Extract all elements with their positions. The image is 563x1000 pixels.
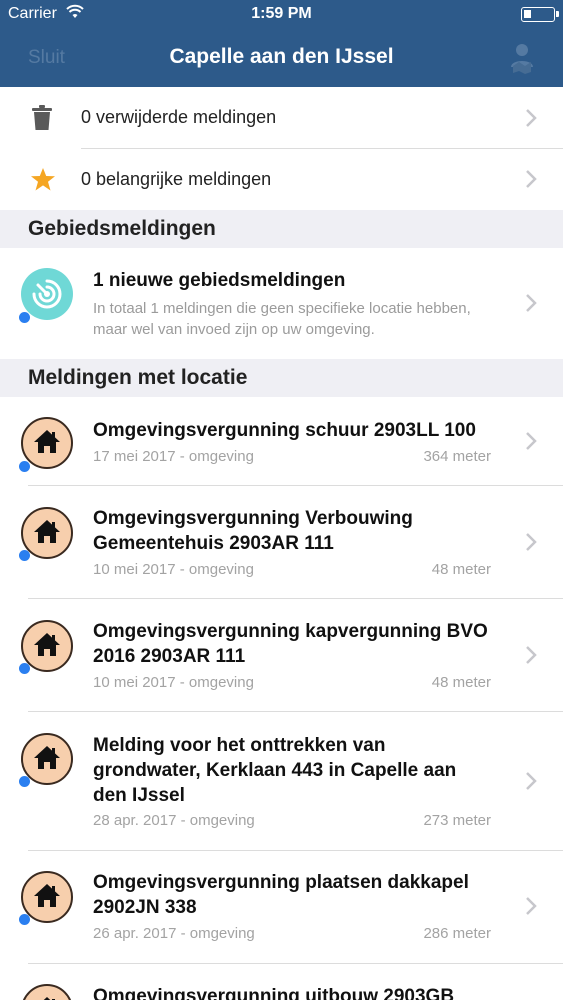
location-user-icon[interactable] [505, 40, 539, 74]
area-notification-row[interactable]: 1 nieuwe gebiedsmeldingen In totaal 1 me… [0, 248, 563, 358]
navigation-bar: Sluit Capelle aan den IJssel [0, 30, 563, 87]
chevron-right-icon [526, 294, 537, 312]
section-header-area: Gebiedsmeldingen [0, 210, 563, 248]
section-header-location: Meldingen met locatie [0, 359, 563, 397]
house-icon [21, 984, 73, 1000]
chevron-right-icon [526, 772, 537, 790]
list-item[interactable]: Omgevingsvergunning uitbouw 2903GB [0, 964, 563, 1000]
item-meta: 10 mei 2017 - omgeving [93, 561, 254, 578]
status-bar: Carrier 1:59 PM [0, 0, 563, 30]
top-bar: Carrier 1:59 PM Sluit Capelle aan den IJ… [0, 0, 563, 87]
unread-dot [19, 663, 30, 674]
star-icon [31, 168, 55, 191]
chevron-right-icon [526, 109, 537, 127]
item-distance: 286 meter [423, 925, 491, 942]
item-title: Omgevingsvergunning uitbouw 2903GB [93, 986, 455, 1000]
trash-icon [32, 105, 52, 130]
item-meta: 28 apr. 2017 - omgeving [93, 812, 255, 829]
important-notifications-label: 0 belangrijke meldingen [81, 169, 272, 189]
list-item[interactable]: Omgevingsvergunning kapvergunning BVO 20… [0, 599, 563, 711]
item-title: Omgevingsvergunning schuur 2903LL 100 [93, 420, 476, 441]
chevron-right-icon [526, 170, 537, 188]
section-title: Gebiedsmeldingen [28, 217, 216, 240]
area-notification-description: In totaal 1 meldingen die geen specifiek… [93, 300, 471, 338]
item-title: Omgevingsvergunning Verbouwing Gemeenteh… [93, 508, 413, 554]
section-title: Meldingen met locatie [28, 366, 248, 389]
list-item[interactable]: Omgevingsvergunning Verbouwing Gemeenteh… [0, 486, 563, 598]
radar-icon [21, 268, 73, 320]
item-title: Melding voor het onttrekken van grondwat… [93, 735, 457, 806]
chevron-right-icon [526, 432, 537, 450]
item-distance: 48 meter [431, 674, 491, 691]
item-meta: 10 mei 2017 - omgeving [93, 674, 254, 691]
deleted-notifications-row[interactable]: 0 verwijderde meldingen [0, 87, 563, 148]
item-distance: 48 meter [431, 561, 491, 578]
chevron-right-icon [526, 897, 537, 915]
clock: 1:59 PM [251, 5, 312, 22]
list-item[interactable]: Omgevingsvergunning plaatsen dakkapel 29… [0, 851, 563, 963]
chevron-right-icon [526, 646, 537, 664]
item-distance: 364 meter [423, 448, 491, 465]
important-notifications-row[interactable]: 0 belangrijke meldingen [0, 149, 563, 210]
deleted-notifications-label: 0 verwijderde meldingen [81, 107, 277, 127]
unread-dot [19, 312, 30, 323]
list-item[interactable]: Omgevingsvergunning schuur 2903LL 100 17… [0, 397, 563, 485]
area-notification-title: 1 nieuwe gebiedsmeldingen [93, 270, 346, 291]
battery-icon [521, 7, 559, 22]
list-item[interactable]: Melding voor het onttrekken van grondwat… [0, 712, 563, 850]
item-meta: 17 mei 2017 - omgeving [93, 448, 254, 465]
page-title: Capelle aan den IJssel [169, 45, 394, 68]
unread-dot [19, 550, 30, 561]
chevron-right-icon [526, 533, 537, 551]
unread-dot [19, 914, 30, 925]
house-icon [21, 417, 73, 469]
unread-dot [19, 776, 30, 787]
item-distance: 273 meter [423, 812, 491, 829]
item-title: Omgevingsvergunning kapvergunning BVO 20… [93, 621, 488, 667]
item-title: Omgevingsvergunning plaatsen dakkapel 29… [93, 872, 469, 918]
unread-dot [19, 461, 30, 472]
item-meta: 26 apr. 2017 - omgeving [93, 925, 255, 942]
